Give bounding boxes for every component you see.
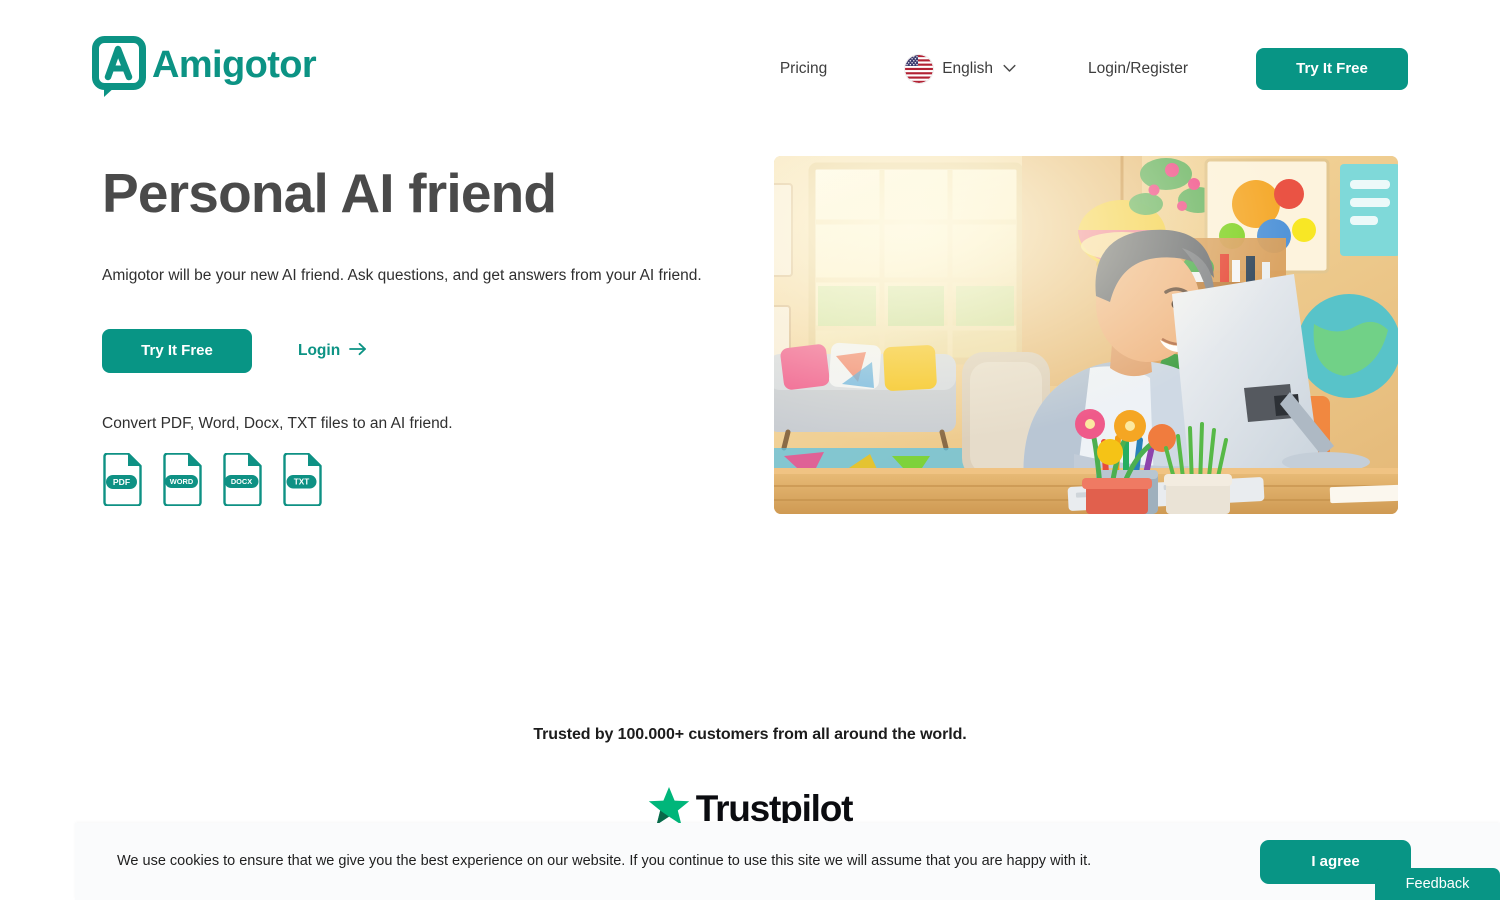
chevron-down-icon — [1002, 60, 1016, 78]
trustpilot-wordmark: Trustpilot — [695, 788, 854, 829]
nav-item-login-register[interactable]: Login/Register — [1088, 61, 1188, 77]
cookie-consent-banner: We use cookies to ensure that we give yo… — [75, 823, 1500, 900]
header-try-it-free-button[interactable]: Try It Free — [1256, 48, 1408, 90]
nav-item-pricing[interactable]: Pricing — [780, 61, 827, 77]
word-label: WORD — [170, 477, 194, 486]
hero-try-it-free-button[interactable]: Try It Free — [102, 329, 252, 374]
main-nav: Pricing English Login/Register Try It Fr… — [780, 47, 1408, 91]
arrow-right-icon — [349, 342, 367, 361]
trust-section: Trusted by 100.000+ customers from all a… — [0, 726, 1500, 831]
us-flag-icon — [905, 55, 934, 83]
docx-file-icon: DOCX — [222, 453, 263, 507]
pdf-label: PDF — [113, 477, 130, 487]
logo-speech-bubble-icon — [92, 36, 146, 98]
page-title: Personal AI friend — [102, 162, 557, 224]
docx-label: DOCX — [231, 477, 252, 486]
txt-label: TXT — [294, 478, 309, 487]
hero-actions: Try It Free Login — [102, 329, 742, 374]
hero-login-label: Login — [298, 342, 341, 360]
hero-subtitle: Amigotor will be your new AI friend. Ask… — [102, 267, 702, 285]
site-header: Amigotor Pricing English Login/Register … — [0, 0, 1500, 136]
txt-file-icon: TXT — [282, 453, 323, 507]
logo[interactable]: Amigotor — [92, 36, 317, 98]
pdf-file-icon: PDF — [102, 453, 143, 507]
trust-headline: Trusted by 100.000+ customers from all a… — [533, 726, 967, 743]
file-type-icon-list: PDF WORD DOCX TXT — [102, 453, 742, 507]
language-selector[interactable]: English — [905, 55, 1016, 83]
hero-copy: Personal AI friend Amigotor will be your… — [102, 162, 742, 507]
word-file-icon: WORD — [162, 453, 203, 507]
logo-wordmark: Amigotor — [152, 43, 317, 86]
hero-login-link[interactable]: Login — [298, 342, 367, 361]
language-label: English — [942, 60, 994, 78]
feedback-tab-button[interactable]: Feedback — [1375, 868, 1500, 900]
hero-illustration — [774, 156, 1398, 514]
cookie-message: We use cookies to ensure that we give yo… — [117, 853, 1092, 869]
convert-description: Convert PDF, Word, Docx, TXT files to an… — [102, 415, 453, 433]
